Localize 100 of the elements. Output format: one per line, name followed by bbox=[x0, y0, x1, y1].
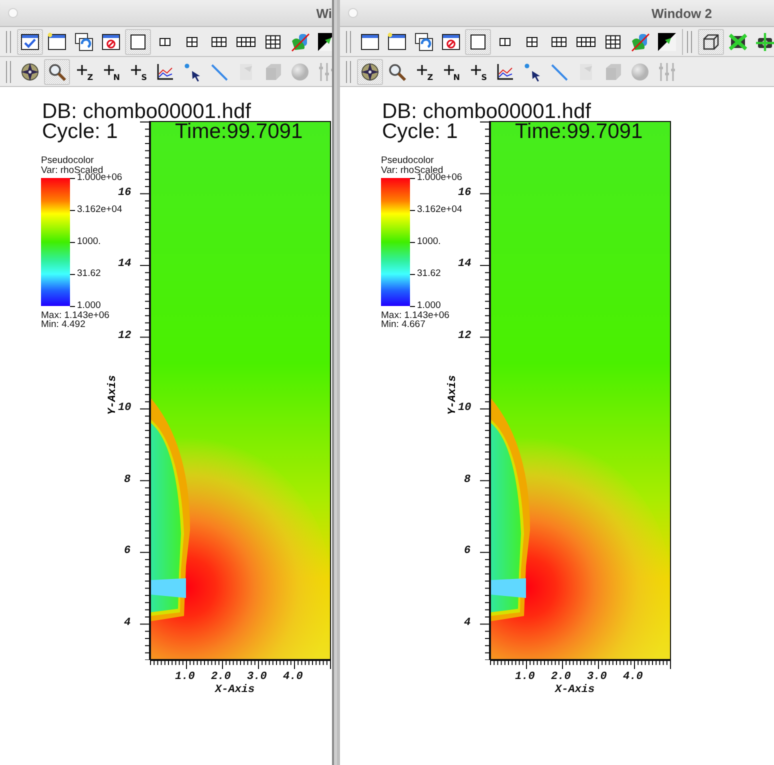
sphere-icon bbox=[630, 62, 650, 82]
windows-arrows-icon bbox=[414, 32, 434, 52]
y-tick-label: 14 bbox=[458, 259, 472, 270]
y-tick-label: 4 bbox=[464, 618, 471, 630]
magnifier-icon bbox=[387, 62, 407, 82]
max-value: Max: 1.143e+06 bbox=[381, 311, 450, 321]
toolbar-button[interactable]: S bbox=[465, 58, 491, 84]
x-tick-label: 1.0 bbox=[515, 672, 535, 683]
colorbar-label: 1.000 bbox=[417, 301, 441, 311]
y-tick-label: 4 bbox=[124, 618, 131, 630]
magnifier-icon bbox=[47, 62, 67, 82]
toolbar-button[interactable]: N bbox=[98, 58, 124, 84]
wireframe-cube-icon bbox=[701, 32, 721, 52]
toolbar-button[interactable]: N bbox=[438, 58, 464, 84]
single-pane-icon bbox=[468, 32, 488, 52]
linked-views-icon bbox=[630, 32, 650, 52]
y-tick-label: 16 bbox=[458, 188, 472, 199]
diagonal-line-icon bbox=[549, 62, 569, 82]
toolbar-button[interactable]: Z bbox=[71, 58, 97, 84]
cycle-label: Cycle: 1 bbox=[42, 122, 118, 142]
min-value: Min: 4.667 bbox=[381, 320, 426, 330]
camera-arrows-icon bbox=[755, 32, 774, 52]
legend-title: Pseudocolor bbox=[381, 156, 434, 166]
time-label: Time:99.7091 bbox=[175, 122, 303, 142]
window-title: Wi bbox=[316, 6, 332, 20]
database-label: DB: chombo00001.hdf bbox=[42, 102, 251, 122]
min-value: Min: 4.492 bbox=[41, 320, 86, 330]
window-icon bbox=[360, 32, 380, 52]
x-axis-title: X-Axis bbox=[215, 685, 255, 696]
y-tick-label: 14 bbox=[118, 259, 132, 270]
colorbar-label: 1000. bbox=[417, 237, 441, 247]
x-tick-label: 4.0 bbox=[283, 672, 303, 683]
window-icon bbox=[387, 32, 407, 52]
cross-icon bbox=[728, 32, 748, 52]
window-title: Window 2 bbox=[651, 6, 712, 20]
window-check-icon bbox=[20, 32, 40, 52]
compass-rose-icon bbox=[20, 62, 40, 82]
x-tick-label: 4.0 bbox=[623, 672, 643, 683]
toolbar-button[interactable] bbox=[465, 28, 491, 54]
y-tick-label: 16 bbox=[118, 188, 132, 199]
y-tick-label: 12 bbox=[458, 331, 472, 342]
y-tick-label: 8 bbox=[464, 474, 471, 486]
window-icon bbox=[47, 32, 67, 52]
legend-title: Pseudocolor bbox=[41, 156, 94, 166]
toolbar-button[interactable] bbox=[357, 58, 383, 84]
toolbar-button[interactable] bbox=[44, 58, 70, 84]
colorbar-label: 3.162e+04 bbox=[77, 205, 122, 215]
max-value: Max: 1.143e+06 bbox=[41, 311, 110, 321]
toolbar-button[interactable] bbox=[698, 28, 724, 54]
jet-region bbox=[150, 578, 186, 598]
toolbar-button[interactable] bbox=[125, 28, 151, 54]
x-tick-label: 2.0 bbox=[551, 672, 571, 683]
y-tick-label: 6 bbox=[464, 546, 471, 558]
sliders-icon bbox=[317, 62, 332, 82]
single-pane-icon bbox=[128, 32, 148, 52]
x-tick-label: 2.0 bbox=[211, 672, 231, 683]
colorbar-label: 1.000e+06 bbox=[417, 173, 462, 183]
inverted-colors-icon bbox=[657, 32, 677, 52]
y-tick-label: 10 bbox=[118, 402, 132, 414]
cycle-label: Cycle: 1 bbox=[382, 122, 458, 142]
sphere-icon bbox=[290, 62, 310, 82]
toolbar-button[interactable]: Z bbox=[411, 58, 437, 84]
y-tick-label: 6 bbox=[124, 546, 131, 558]
toolbar-grip[interactable] bbox=[6, 30, 11, 52]
y-axis-title: Y-Axis bbox=[106, 375, 119, 415]
line-chart-icon bbox=[155, 62, 175, 82]
pointer-pick-icon bbox=[182, 62, 202, 82]
cube-icon bbox=[263, 62, 283, 82]
colorbar-label: 3.162e+04 bbox=[417, 205, 462, 215]
colorbar-label: 31.62 bbox=[417, 269, 441, 279]
window-icon bbox=[101, 32, 121, 52]
compass-rose-icon bbox=[360, 62, 380, 82]
time-label: Time:99.7091 bbox=[515, 122, 643, 142]
toolbar-button[interactable] bbox=[17, 28, 43, 54]
toolbar-button[interactable]: S bbox=[125, 58, 151, 84]
cube-icon bbox=[603, 62, 623, 82]
colorbar-label: 31.62 bbox=[77, 269, 101, 279]
toolbar-grip[interactable] bbox=[346, 30, 351, 52]
colorbar-label: 1.000 bbox=[77, 301, 101, 311]
toolbar-grip[interactable] bbox=[687, 30, 692, 52]
x-tick-label: 3.0 bbox=[587, 672, 607, 683]
y-tick-label: 12 bbox=[118, 331, 132, 342]
colorbar-label: 1000. bbox=[77, 237, 101, 247]
y-tick-label: 8 bbox=[124, 474, 131, 486]
windows-arrows-icon bbox=[74, 32, 94, 52]
x-axis-title: X-Axis bbox=[555, 685, 595, 696]
y-tick-label: 10 bbox=[458, 402, 472, 414]
window-icon bbox=[441, 32, 461, 52]
pointer-pick-icon bbox=[522, 62, 542, 82]
jet-region bbox=[490, 578, 526, 598]
x-tick-label: 1.0 bbox=[175, 672, 195, 683]
sliders-icon bbox=[657, 62, 677, 82]
toolbar-grip[interactable] bbox=[6, 60, 11, 82]
toolbar-grip[interactable] bbox=[346, 60, 351, 82]
diagonal-line-icon bbox=[209, 62, 229, 82]
database-label: DB: chombo00001.hdf bbox=[382, 102, 591, 122]
x-tick-label: 3.0 bbox=[247, 672, 267, 683]
y-axis-title: Y-Axis bbox=[446, 375, 459, 415]
line-chart-icon bbox=[495, 62, 515, 82]
linked-views-icon bbox=[290, 32, 310, 52]
